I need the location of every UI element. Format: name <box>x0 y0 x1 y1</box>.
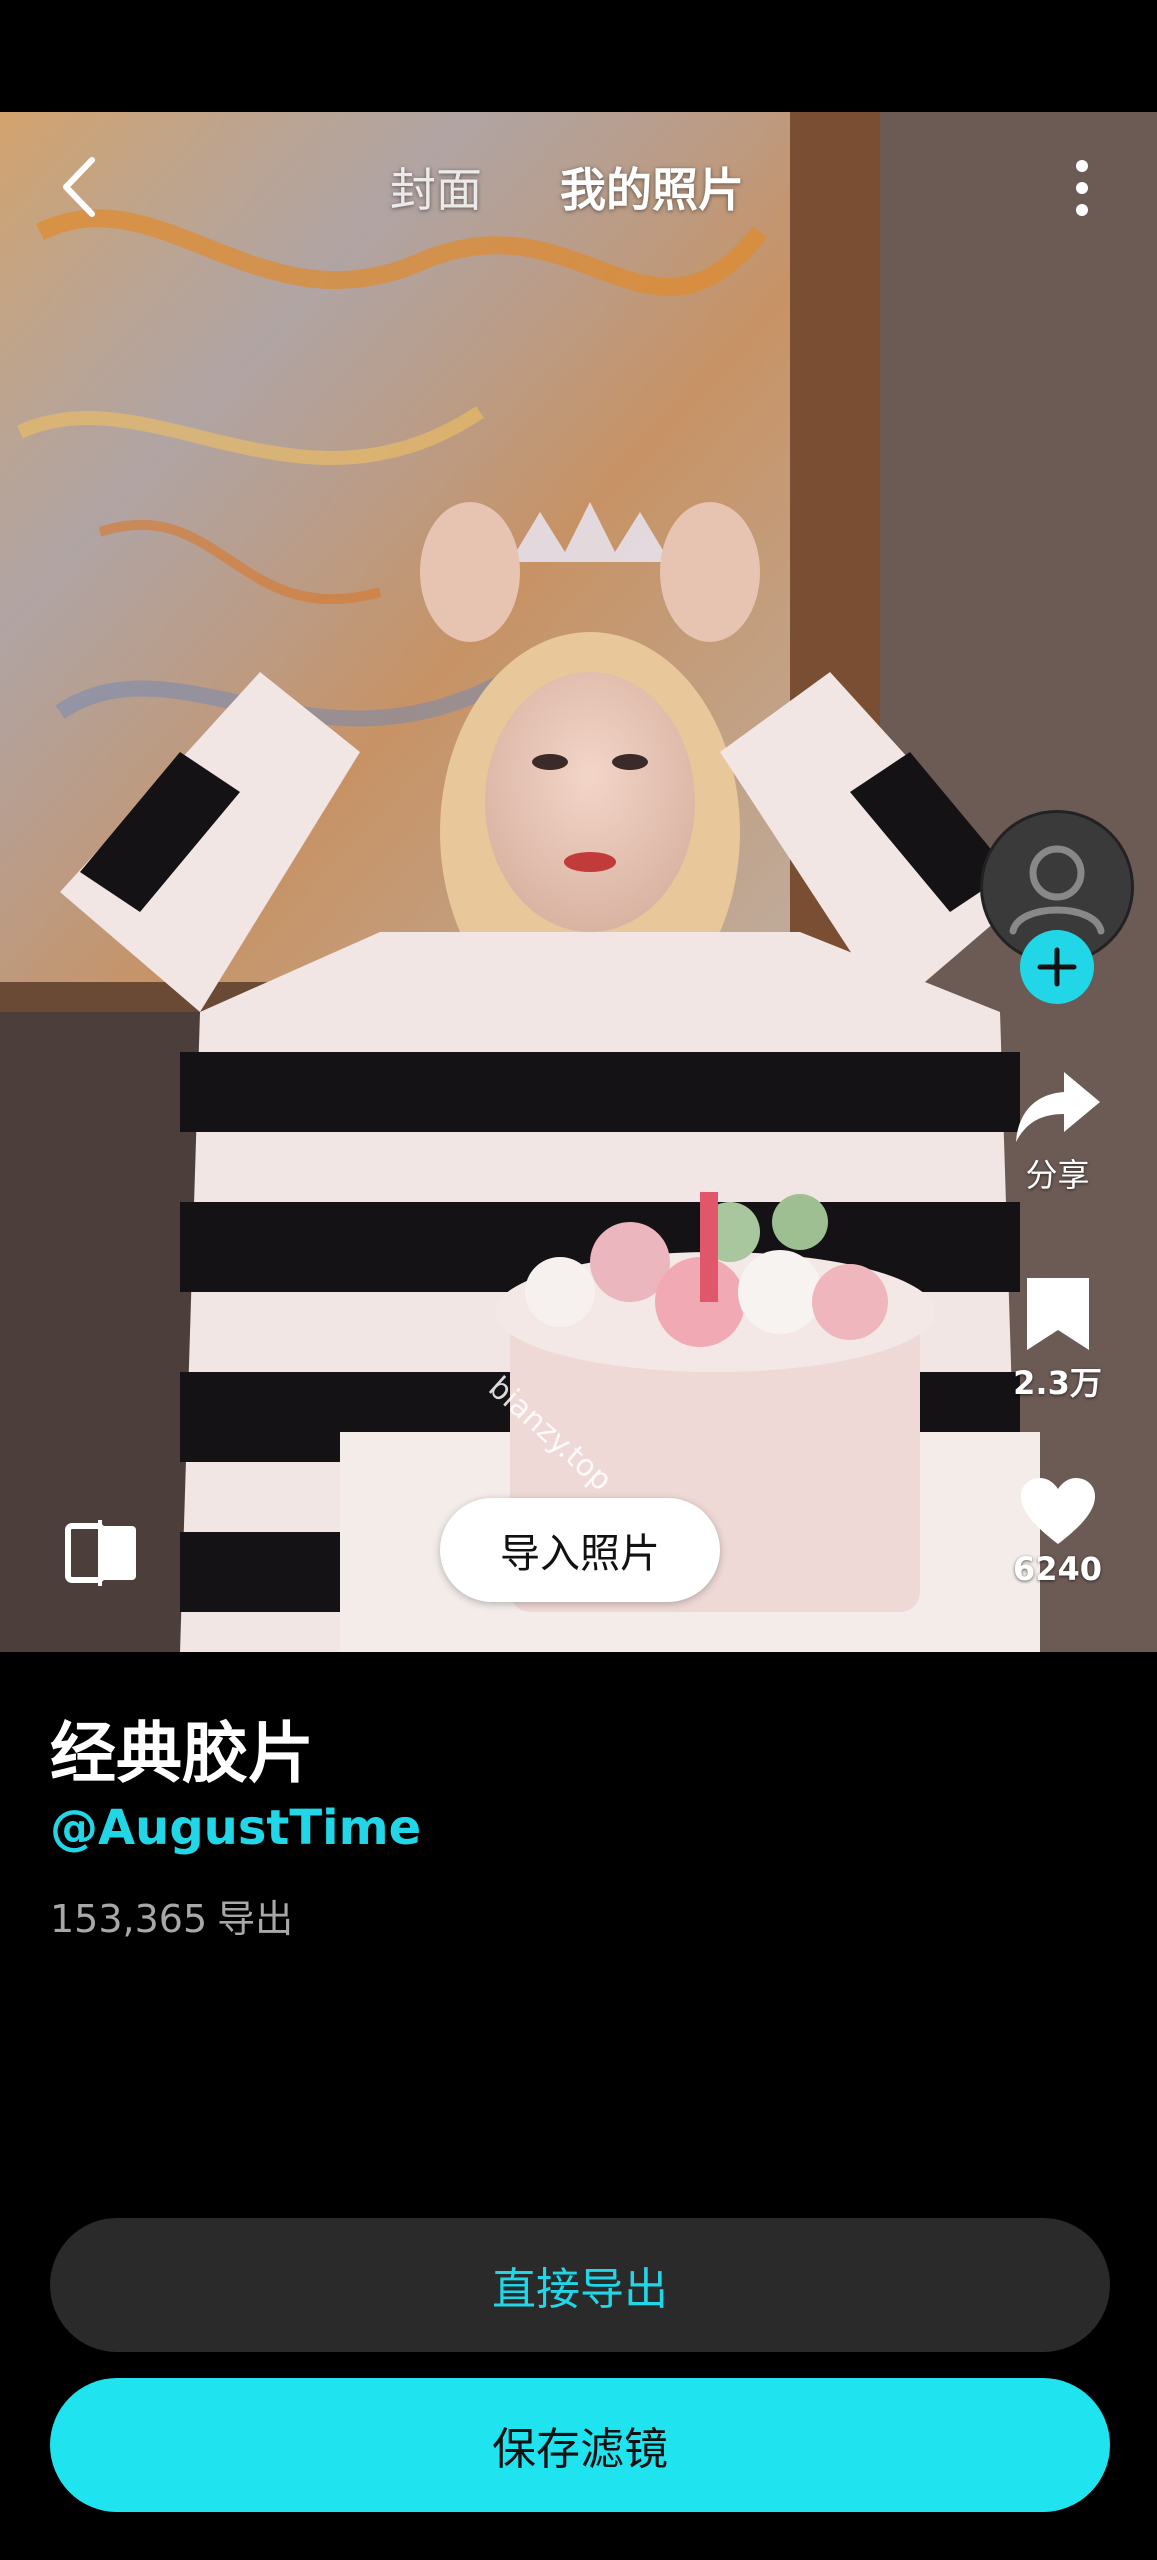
author-handle[interactable]: @AugustTime <box>50 1800 421 1856</box>
export-stats: 153,365 导出 <box>50 1888 303 1943</box>
share-button[interactable]: 分享 <box>990 1066 1125 1196</box>
save-to-favorites-button[interactable]: 2.3万 <box>990 1274 1125 1404</box>
tab-my-photos[interactable]: 我的照片 <box>560 154 744 220</box>
tab-cover[interactable]: 封面 <box>390 154 482 220</box>
export-count: 153,365 <box>50 1897 208 1941</box>
follow-button[interactable] <box>1020 930 1094 1004</box>
more-options-icon[interactable] <box>1052 158 1112 218</box>
back-icon[interactable] <box>48 152 118 222</box>
save-filter-button[interactable]: 保存滤镜 <box>50 2378 1110 2512</box>
like-button[interactable]: 6240 <box>990 1476 1125 1588</box>
bookmark-icon <box>1026 1278 1089 1350</box>
heart-icon <box>1020 1478 1095 1544</box>
filter-title: 经典胶片 <box>50 1715 314 1792</box>
like-count: 6240 <box>1012 1550 1103 1588</box>
compare-icon[interactable] <box>64 1518 140 1588</box>
share-icon <box>1015 1072 1100 1142</box>
import-photo-button[interactable]: 导入照片 <box>440 1498 720 1602</box>
plus-icon <box>1037 947 1077 987</box>
direct-export-button[interactable]: 直接导出 <box>50 2218 1110 2352</box>
save-count: 2.3万 <box>1013 1364 1102 1402</box>
top-bar: 封面 我的照片 <box>0 112 1157 262</box>
export-label: 导出 <box>217 1897 294 1941</box>
share-label: 分享 <box>1025 1156 1090 1194</box>
